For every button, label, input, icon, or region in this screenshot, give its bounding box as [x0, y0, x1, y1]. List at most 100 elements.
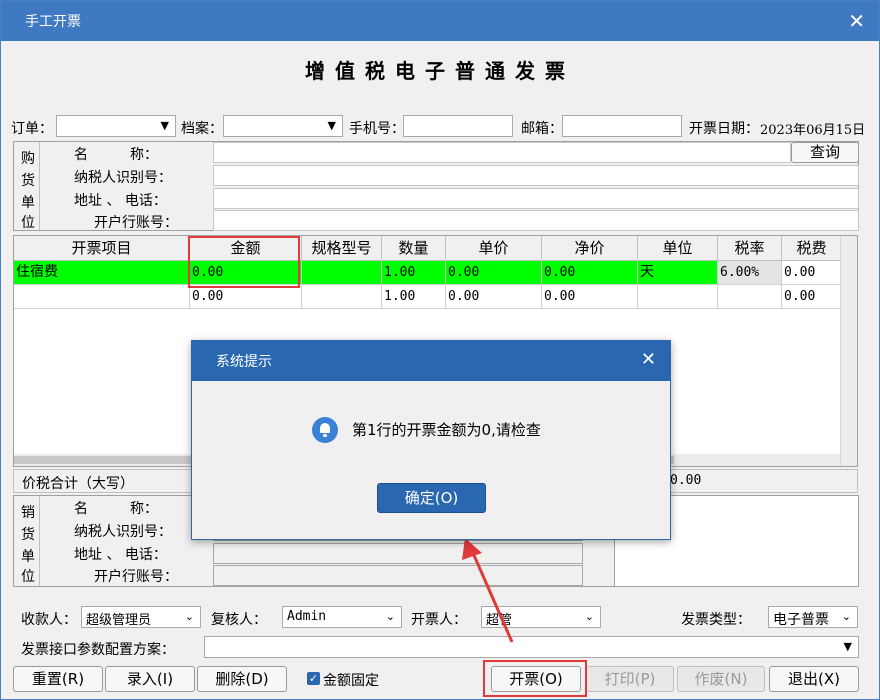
vertical-scrollbar[interactable] [840, 236, 857, 466]
table-cell[interactable]: 0.00 [446, 285, 542, 309]
table-cell[interactable]: 0.00 [542, 285, 638, 309]
archive-combo[interactable]: ▼ [223, 115, 343, 137]
table-cell[interactable]: 天 [638, 261, 718, 285]
payee-combo[interactable]: 超级管理员 ⌄ [81, 606, 201, 628]
dialog-title: 系统提示 [216, 354, 272, 370]
buyer-bank-input[interactable] [213, 210, 859, 231]
seller-side-char: 单 [21, 549, 35, 565]
col-header-tax[interactable]: 税费 [782, 236, 842, 261]
table-cell[interactable]: 0.00 [542, 261, 638, 285]
table-cell[interactable]: 0.00 [782, 261, 842, 285]
table-cell[interactable] [638, 285, 718, 309]
close-icon[interactable]: ✕ [848, 9, 865, 33]
invoice-type-label: 发票类型： [681, 612, 751, 628]
bell-icon [312, 417, 338, 443]
chevron-down-icon: ⌄ [841, 610, 851, 623]
order-combo[interactable]: ▼ [56, 115, 176, 137]
chevron-down-icon: ⌄ [584, 610, 594, 623]
reviewer-value: Admin [287, 609, 327, 624]
drawer-value: 超管 [486, 613, 513, 628]
email-input[interactable] [562, 115, 682, 137]
invoice-type-value: 电子普票 [773, 612, 829, 628]
invoice-type-combo[interactable]: 电子普票 ⌄ [768, 606, 858, 628]
chevron-down-icon: ⌄ [184, 610, 194, 623]
order-label: 订单： [11, 121, 53, 137]
fixed-amount-label: 金额固定 [323, 673, 379, 689]
table-cell[interactable]: 1.00 [382, 261, 446, 285]
buyer-bank-label: 开户行账号： [94, 215, 178, 231]
seller-address-label: 地址 、 电话： [74, 547, 167, 563]
buyer-side-char: 位 [21, 215, 35, 231]
close-icon[interactable]: ✕ [641, 349, 656, 370]
window-title: 手工开票 [25, 14, 81, 30]
reset-button[interactable]: 重置(R) [13, 666, 103, 692]
chevron-down-icon: ⌄ [385, 610, 395, 623]
chevron-down-icon: ▼ [843, 640, 852, 653]
col-header-tax-rate[interactable]: 税率 [718, 236, 782, 261]
table-cell[interactable]: 住宿费 [14, 261, 190, 285]
divider [39, 142, 40, 230]
archive-label: 档案： [181, 121, 223, 137]
table-cell[interactable]: 6.00% [718, 261, 782, 285]
table-cell[interactable] [14, 285, 190, 309]
email-label: 邮箱： [521, 121, 563, 137]
delete-button[interactable]: 删除(D) [197, 666, 287, 692]
seller-side-char: 位 [21, 569, 35, 585]
drawer-label: 开票人： [411, 612, 467, 628]
fixed-amount-checkbox[interactable]: ✓ [307, 672, 320, 685]
table-cell[interactable]: 0.00 [446, 261, 542, 285]
table-cell[interactable]: 1.00 [382, 285, 446, 309]
exit-button[interactable]: 退出(X) [769, 666, 859, 692]
phone-label: 手机号： [349, 121, 405, 137]
col-header-unit[interactable]: 单位 [638, 236, 718, 261]
seller-side-char: 销 [21, 505, 35, 521]
drawer-combo[interactable]: 超管 ⌄ [481, 606, 601, 628]
table-cell[interactable] [302, 285, 382, 309]
print-button[interactable]: 打印(P) [586, 666, 674, 692]
payee-label: 收款人： [21, 612, 77, 628]
buyer-address-input[interactable] [213, 188, 859, 209]
phone-input[interactable] [403, 115, 513, 137]
buyer-name-input[interactable] [213, 142, 791, 163]
total-value: 0.00 [670, 473, 702, 488]
ok-button[interactable]: 确定(O) [377, 483, 486, 513]
table-cell[interactable] [718, 285, 782, 309]
issue-button-annotation-box [483, 660, 587, 697]
seller-taxid-label: 纳税人识别号： [74, 524, 172, 540]
void-button[interactable]: 作废(N) [677, 666, 765, 692]
buyer-address-label: 地址 、 电话： [74, 193, 167, 209]
col-header-net-price[interactable]: 净价 [542, 236, 638, 261]
col-header-unit-price[interactable]: 单价 [446, 236, 542, 261]
table-cell[interactable]: 0.00 [190, 285, 302, 309]
seller-bank-field[interactable] [213, 565, 583, 586]
reviewer-combo[interactable]: Admin ⌄ [282, 606, 402, 628]
payee-value: 超级管理员 [86, 613, 152, 628]
seller-name-label: 名 称： [74, 501, 158, 517]
title-bar: 手工开票 ✕ [1, 1, 879, 41]
entry-button[interactable]: 录入(I) [105, 666, 195, 692]
buyer-side-char: 购 [21, 151, 35, 167]
table-cell[interactable]: 0.00 [782, 285, 842, 309]
query-button[interactable]: 查询 [791, 142, 859, 163]
invoice-date: 2023年06月15日 [760, 123, 866, 138]
seller-bank-label: 开户行账号： [94, 569, 178, 585]
config-label: 发票接口参数配置方案： [21, 642, 175, 658]
buyer-name-label: 名 称： [74, 147, 158, 163]
total-label: 价税合计（大写） [22, 476, 134, 492]
system-alert-dialog: 系统提示 ✕ 第1行的开票金额为0,请检查 确定(O) [191, 340, 671, 540]
invoice-heading: 增值税电子普通发票 [305, 59, 575, 83]
table-cell[interactable] [302, 261, 382, 285]
chevron-down-icon: ▼ [327, 119, 336, 132]
divider [39, 496, 40, 586]
col-header-item[interactable]: 开票项目 [14, 236, 190, 261]
col-header-qty[interactable]: 数量 [382, 236, 446, 261]
col-header-spec[interactable]: 规格型号 [302, 236, 382, 261]
reviewer-label: 复核人： [211, 612, 267, 628]
config-combo[interactable]: ▼ [204, 636, 859, 658]
buyer-taxid-input[interactable] [213, 165, 859, 186]
date-label: 开票日期： [689, 121, 759, 137]
amount-annotation-box [188, 236, 300, 288]
buyer-side-char: 单 [21, 195, 35, 211]
seller-address-field[interactable] [213, 543, 583, 564]
buyer-side-char: 货 [21, 173, 35, 189]
